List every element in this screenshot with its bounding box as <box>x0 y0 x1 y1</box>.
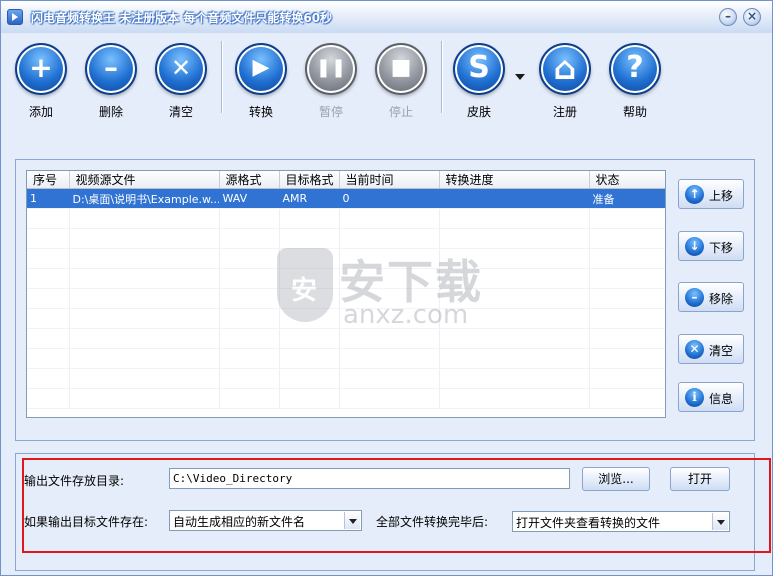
add-label: 添加 <box>28 105 53 119</box>
clear-button[interactable]: ✕ 清空 <box>149 39 213 123</box>
column-header[interactable]: 视频源文件 <box>69 171 220 189</box>
column-header[interactable]: 转换进度 <box>439 171 590 189</box>
highlight-box <box>22 458 771 553</box>
clear-list-label: 清空 <box>709 344 734 358</box>
help-label: 帮助 <box>622 105 647 119</box>
cell-status: 准备 <box>589 188 665 209</box>
watermark-shield-logo: 安 <box>277 248 333 322</box>
move-down-label: 下移 <box>709 241 734 255</box>
remove-minus-icon: – <box>685 288 704 307</box>
cell-src-format: WAV <box>219 188 280 209</box>
cell-source: D:\桌面\说明书\Example.w... <box>69 188 220 209</box>
convert-label: 转换 <box>248 105 273 119</box>
title-bar[interactable]: 闪电音频转换王 未注册版本 每个音频文件只能转换60秒 – × <box>1 1 772 33</box>
arrow-down-icon: ↓ <box>685 237 704 256</box>
stop-icon: ■ <box>375 43 427 95</box>
info-label: 信息 <box>709 392 734 406</box>
cell-dst-format: AMR <box>279 188 340 209</box>
toolbar-separator <box>441 41 443 113</box>
register-button[interactable]: ⌂ 注册 <box>533 39 597 123</box>
table-row-empty <box>27 388 665 409</box>
window-title: 闪电音频转换王 未注册版本 每个音频文件只能转换60秒 <box>31 11 333 25</box>
column-header[interactable]: 序号 <box>27 171 70 189</box>
skin-button[interactable]: S 皮肤 <box>447 39 511 123</box>
app-window: 闪电音频转换王 未注册版本 每个音频文件只能转换60秒 – × + 添加 – 删… <box>0 0 773 576</box>
minimize-button[interactable]: – <box>719 8 737 26</box>
app-logo-icon <box>7 9 23 25</box>
remove-label: 移除 <box>709 292 734 306</box>
output-settings-panel: 输出文件存放目录: C:\Video_Directory 浏览... 打开 如果… <box>15 453 771 571</box>
help-icon: ? <box>609 43 661 95</box>
info-icon: i <box>685 388 704 407</box>
toolbar: + 添加 – 删除 ✕ 清空 ▶ 转换 ❚❚ 暂停 ■ 停止 S 皮肤 ⌂ 注册… <box>1 33 772 123</box>
register-label: 注册 <box>552 105 577 119</box>
cell-index: 1 <box>27 188 70 209</box>
cell-progress <box>439 188 590 209</box>
column-header[interactable]: 当前时间 <box>339 171 440 189</box>
column-header[interactable]: 状态 <box>589 171 665 189</box>
play-icon: ▶ <box>235 43 287 95</box>
stop-button[interactable]: ■ 停止 <box>369 39 433 123</box>
pause-button[interactable]: ❚❚ 暂停 <box>299 39 363 123</box>
skin-label: 皮肤 <box>466 105 491 119</box>
home-icon: ⌂ <box>539 43 591 95</box>
plus-icon: + <box>15 43 67 95</box>
move-down-button[interactable]: ↓ 下移 <box>678 231 744 261</box>
column-header[interactable]: 目标格式 <box>279 171 340 189</box>
toolbar-separator <box>221 41 223 113</box>
watermark-url: anxz.com <box>343 300 469 330</box>
pause-label: 暂停 <box>318 105 343 119</box>
pause-icon: ❚❚ <box>305 43 357 95</box>
skin-dropdown-icon[interactable] <box>515 74 525 80</box>
minus-icon: – <box>85 43 137 95</box>
convert-button[interactable]: ▶ 转换 <box>229 39 293 123</box>
close-button[interactable]: × <box>743 8 761 26</box>
table-row-empty <box>27 368 665 389</box>
arrow-up-icon: ↑ <box>685 185 704 204</box>
delete-label: 删除 <box>98 105 123 119</box>
move-up-button[interactable]: ↑ 上移 <box>678 179 744 209</box>
clear-list-button[interactable]: ✕ 清空 <box>678 334 744 364</box>
table-row-empty <box>27 348 665 369</box>
clear-x-icon: ✕ <box>685 340 704 359</box>
clear-label: 清空 <box>168 105 193 119</box>
table-row[interactable]: 1 D:\桌面\说明书\Example.w... WAV AMR 0 准备 <box>27 188 665 209</box>
remove-button[interactable]: – 移除 <box>678 282 744 312</box>
table-row-empty <box>27 328 665 349</box>
cell-current-time: 0 <box>339 188 440 209</box>
stop-label: 停止 <box>388 105 413 119</box>
add-button[interactable]: + 添加 <box>9 39 73 123</box>
info-button[interactable]: i 信息 <box>678 382 744 412</box>
clear-x-icon: ✕ <box>155 43 207 95</box>
delete-button[interactable]: – 删除 <box>79 39 143 123</box>
column-header[interactable]: 源格式 <box>219 171 280 189</box>
table-header: 序号 视频源文件 源格式 目标格式 当前时间 转换进度 状态 <box>27 171 665 189</box>
watermark: 安 安下载 anxz.com <box>277 246 497 331</box>
move-up-label: 上移 <box>709 189 734 203</box>
help-button[interactable]: ? 帮助 <box>603 39 667 123</box>
table-row-empty <box>27 208 665 229</box>
skin-s-icon: S <box>453 43 505 95</box>
